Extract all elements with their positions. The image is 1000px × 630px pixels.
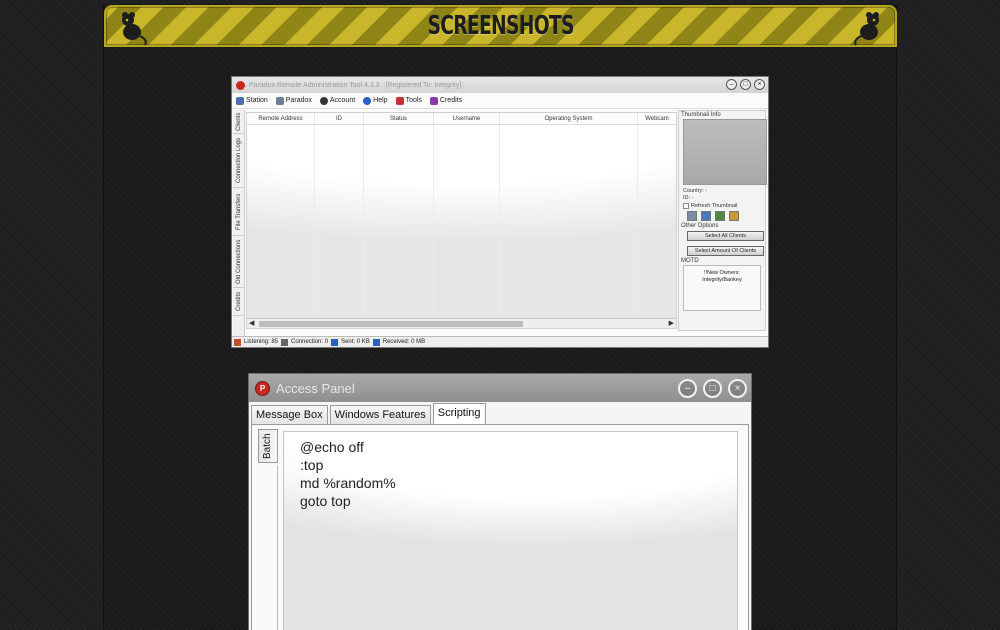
maximize-button[interactable]: □ <box>703 379 722 398</box>
country-label: Country: - <box>683 188 708 194</box>
grid-column-lines <box>247 125 676 316</box>
menu-help[interactable]: Help <box>363 96 388 105</box>
script-line: goto top <box>300 493 351 509</box>
motd-line: !!New Owners: <box>703 270 741 276</box>
col-webcam[interactable]: Webcam <box>638 113 676 124</box>
help-icon <box>363 96 372 105</box>
banner-title: SCREENSHOTS <box>427 11 574 41</box>
paradox-app-icon: P <box>255 380 270 396</box>
sent-status: Sent: 0 KB <box>341 339 370 345</box>
credits-icon <box>429 96 438 105</box>
paradox-app-icon <box>236 80 245 90</box>
connection-icon <box>281 338 289 346</box>
col-id[interactable]: ID <box>315 113 364 124</box>
col-status[interactable]: Status <box>364 113 434 124</box>
access-panel-titlebar: P Access Panel – □ × <box>249 374 751 402</box>
vertical-tab-strip <box>258 465 278 630</box>
tab-batch[interactable]: Batch <box>258 429 278 463</box>
settings-icon[interactable] <box>701 211 711 221</box>
remote-desktop-icon[interactable] <box>687 211 697 221</box>
scripting-tab-content: Batch @echo off :top md %random% goto to… <box>251 424 749 630</box>
screenshots-banner: SCREENSHOTS <box>104 5 897 47</box>
checkbox-icon[interactable] <box>683 203 689 209</box>
motd-label: MOTD <box>681 258 699 264</box>
tab-scripting[interactable]: Scripting <box>432 403 486 425</box>
access-panel-window: P Access Panel – □ × Message Box Windows… <box>248 373 752 630</box>
rat-window-title: Paradox Remote Administration Tool 4.3.3… <box>249 81 466 89</box>
col-remote-address[interactable]: Remote Address <box>247 113 315 124</box>
station-icon <box>236 96 244 105</box>
thumbnail-image <box>683 119 767 185</box>
connection-status: Connection: 0 <box>291 339 329 345</box>
tab-message-box[interactable]: Message Box <box>251 405 328 425</box>
menu-paradox[interactable]: Paradox <box>275 96 312 105</box>
scrollbar-thumb[interactable] <box>259 321 523 327</box>
received-status: Received: 0 MB <box>382 339 426 345</box>
paradox-icon <box>275 96 284 105</box>
listening-icon <box>234 338 241 346</box>
menu-account[interactable]: Account <box>319 96 355 105</box>
script-editor[interactable]: @echo off :top md %random% goto top <box>283 431 738 630</box>
minimize-button[interactable]: – <box>678 379 697 398</box>
menu-station[interactable]: Station <box>236 96 268 105</box>
other-options-label: Other Options <box>681 223 719 229</box>
rat-menubar: Station Paradox Account Help Tools Credi… <box>232 93 768 109</box>
close-button[interactable]: × <box>728 379 747 398</box>
status-bar: Listening: 85 Connection: 0 Sent: 0 KB R… <box>232 336 768 347</box>
folder-icon[interactable] <box>729 211 739 221</box>
access-tabs: Message Box Windows Features Scripting <box>251 403 751 425</box>
grid-header: Remote Address ID Status Username Operat… <box>247 113 676 125</box>
script-line: :top <box>300 457 324 473</box>
account-icon <box>319 96 328 105</box>
script-line: @echo off <box>300 439 364 455</box>
script-line: md %random% <box>300 475 396 491</box>
maximize-button[interactable]: □ <box>740 79 751 90</box>
sent-icon <box>331 338 339 346</box>
menu-tools[interactable]: Tools <box>395 96 422 105</box>
col-operating-system[interactable]: Operating System <box>500 113 638 124</box>
select-all-clients-button[interactable]: Select All Clients <box>687 231 764 241</box>
refresh-thumbnail-checkbox[interactable]: Refresh Thumbnail <box>683 203 761 209</box>
scroll-left-icon[interactable]: ◀ <box>249 319 254 329</box>
side-tab-clients[interactable]: Clients <box>233 110 245 134</box>
col-username[interactable]: Username <box>434 113 500 124</box>
side-tab-credits[interactable]: Credits <box>233 288 245 316</box>
thumbnail-panel: Thumbnail Info Country: - ID: - Refresh … <box>678 110 767 331</box>
received-icon <box>372 338 380 346</box>
select-amount-clients-button[interactable]: Select Amount Of Clients <box>687 246 764 256</box>
access-panel-title: Access Panel <box>276 380 355 396</box>
side-tab-file-transfers[interactable]: File Transfers <box>233 188 245 236</box>
motd-box: !!New Owners: Integrity/Bankey <box>683 265 761 311</box>
clients-grid[interactable]: Remote Address ID Status Username Operat… <box>246 112 677 329</box>
thumbnail-info-label: Thumbnail Info <box>681 112 721 118</box>
rat-logo-icon <box>122 12 147 46</box>
horizontal-scrollbar[interactable]: ◀ ▶ <box>247 318 676 328</box>
menu-credits[interactable]: Credits <box>429 96 462 105</box>
scroll-right-icon[interactable]: ▶ <box>669 319 674 329</box>
id-label: ID: - <box>683 195 694 201</box>
side-tab-old-connections[interactable]: Old Connections <box>233 236 245 288</box>
rat-titlebar: Paradox Remote Administration Tool 4.3.3… <box>232 77 768 93</box>
tab-windows-features[interactable]: Windows Features <box>329 405 431 425</box>
rat-main-window: Paradox Remote Administration Tool 4.3.3… <box>231 76 769 348</box>
tools-icon <box>395 96 404 105</box>
rat-logo-icon <box>854 12 879 46</box>
close-button[interactable]: × <box>754 79 765 90</box>
side-tab-strip: Clients Connection Logs File Transfers O… <box>233 110 245 337</box>
motd-line: Integrity/Bankey <box>702 277 742 283</box>
plugin-icon[interactable] <box>715 211 725 221</box>
listening-status: Listening: 85 <box>244 339 279 345</box>
side-tab-connection-logs[interactable]: Connection Logs <box>233 134 245 188</box>
minimize-button[interactable]: – <box>726 79 737 90</box>
